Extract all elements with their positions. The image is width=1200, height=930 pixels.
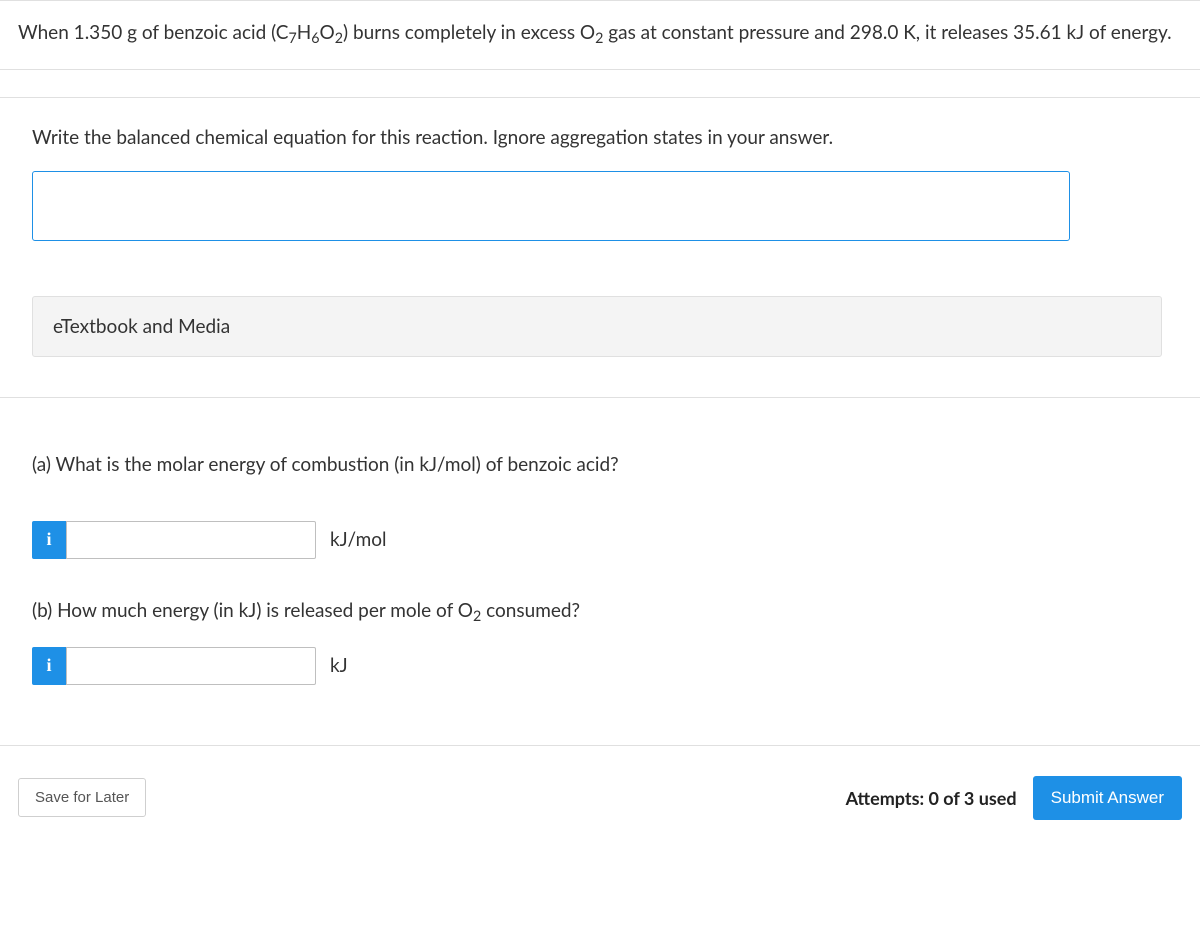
answer-a-input[interactable] xyxy=(66,521,316,559)
qb-text-1: (b) How much energy (in kJ) is released … xyxy=(32,599,473,622)
formula-sub: 6 xyxy=(311,30,319,47)
equation-input[interactable] xyxy=(32,171,1070,241)
section-spacer xyxy=(0,70,1200,98)
etextbook-media-button[interactable]: eTextbook and Media xyxy=(32,296,1162,357)
question-a-prompt: (a) What is the molar energy of combusti… xyxy=(32,453,1182,476)
qb-text-2: consumed? xyxy=(481,599,580,622)
answer-a-unit: kJ/mol xyxy=(330,528,386,551)
attempts-label: Attempts: 0 of 3 used xyxy=(846,787,1017,809)
info-icon[interactable]: i xyxy=(32,647,66,685)
formula-sub: 2 xyxy=(595,30,603,47)
save-for-later-button[interactable]: Save for Later xyxy=(18,778,146,817)
intro-text-3: gas at constant pressure and 298.0 K, it… xyxy=(603,21,1171,44)
info-icon[interactable]: i xyxy=(32,521,66,559)
equation-prompt: Write the balanced chemical equation for… xyxy=(32,126,1182,149)
submit-answer-button[interactable]: Submit Answer xyxy=(1033,776,1182,820)
intro-text-f: O xyxy=(320,21,335,44)
intro-text-f: H xyxy=(297,21,312,44)
answer-b-input[interactable] xyxy=(66,647,316,685)
formula-sub: 2 xyxy=(473,608,481,625)
formula-sub: 7 xyxy=(289,30,297,47)
answer-b-unit: kJ xyxy=(330,654,348,677)
problem-statement: When 1.350 g of benzoic acid (C7H6O2) bu… xyxy=(0,1,1200,70)
intro-text-2: ) burns completely in excess O xyxy=(343,21,595,44)
question-b-prompt: (b) How much energy (in kJ) is released … xyxy=(32,599,1182,622)
formula-sub: 2 xyxy=(335,30,343,47)
intro-text-1: When 1.350 g of benzoic acid (C xyxy=(18,21,289,44)
